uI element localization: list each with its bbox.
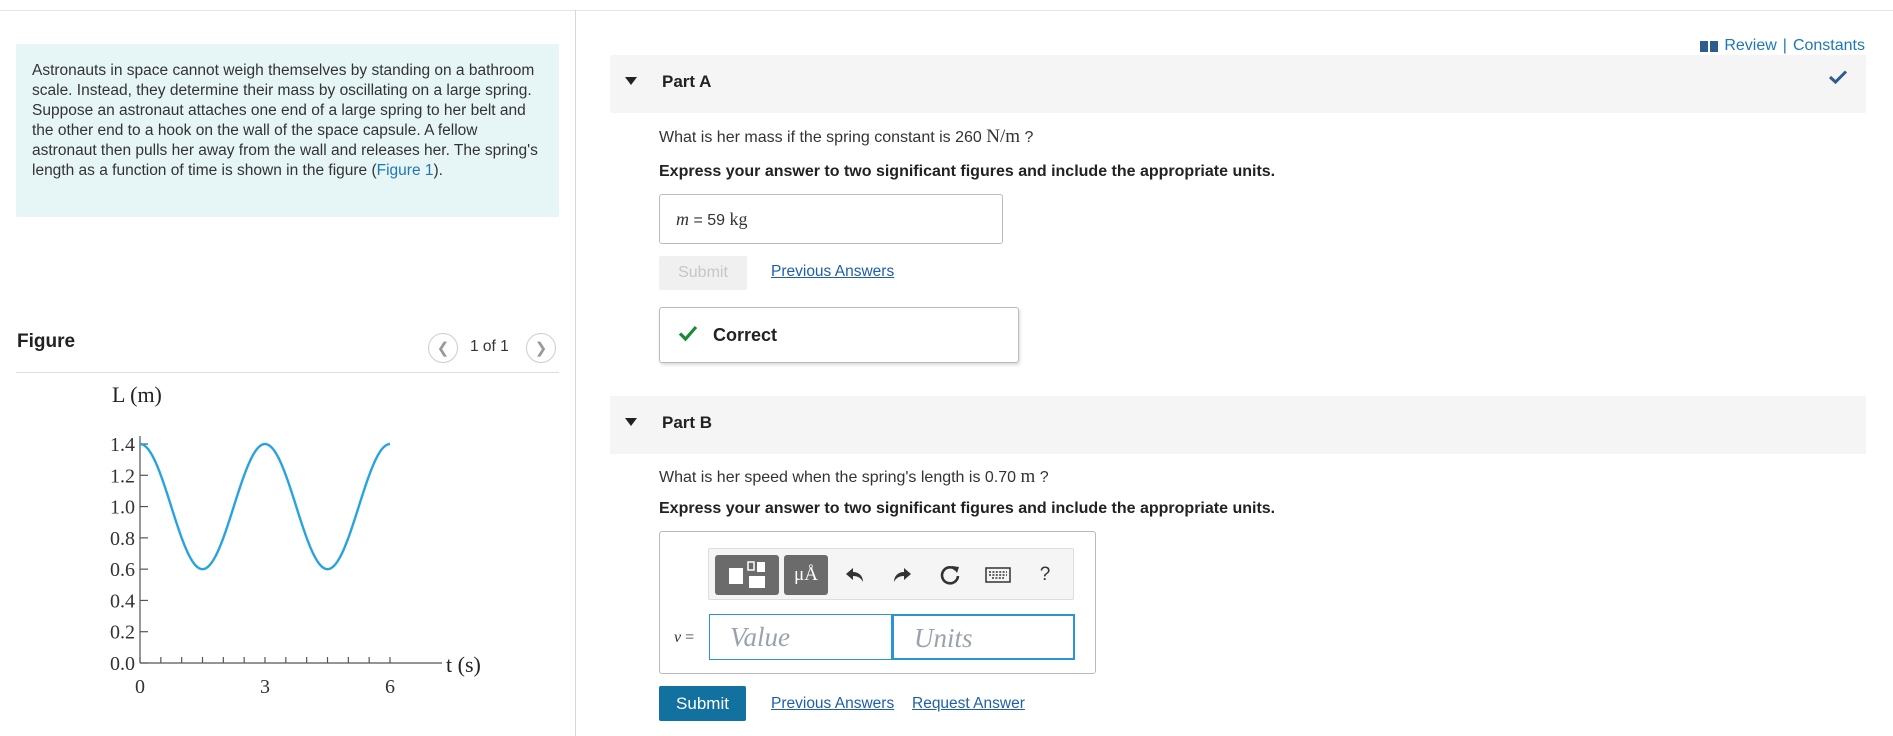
part-b-instruction: Express your answer to two significant f… bbox=[659, 500, 1276, 517]
templates-glyph bbox=[729, 561, 765, 588]
request-answer-link[interactable]: Request Answer bbox=[912, 695, 1025, 713]
figure-link[interactable]: Figure 1 bbox=[377, 162, 434, 179]
problem-text-end: ). bbox=[433, 162, 443, 179]
book-icon bbox=[1700, 40, 1719, 52]
value-input[interactable]: Value bbox=[709, 614, 892, 660]
part-b-answer-editor: μÅ ? v = Value Units bbox=[659, 531, 1096, 674]
figure-divider bbox=[16, 372, 559, 373]
problem-text: Astronauts in space cannot weigh themsel… bbox=[32, 62, 538, 179]
answer-value: 59 bbox=[707, 212, 726, 229]
x-tick-label: 0 bbox=[135, 676, 145, 698]
part-a-label: Part A bbox=[662, 72, 712, 91]
part-b-question-end: ? bbox=[1035, 469, 1049, 486]
check-icon bbox=[678, 325, 698, 342]
chevron-left-icon[interactable]: ❮ bbox=[428, 333, 458, 363]
x-tick-label: 3 bbox=[260, 676, 270, 698]
part-a-question: What is her mass if the spring constant … bbox=[659, 126, 1033, 148]
x-tick-label: 6 bbox=[385, 676, 395, 698]
symbols-label: μÅ bbox=[794, 564, 818, 585]
y-tick-label: 1.0 bbox=[110, 497, 135, 519]
constants-link[interactable]: Constants bbox=[1793, 37, 1865, 55]
caret-down-icon[interactable] bbox=[625, 77, 637, 85]
y-tick-label: 0.6 bbox=[110, 559, 135, 581]
undo-icon[interactable] bbox=[837, 555, 873, 595]
part-b-header[interactable]: Part B bbox=[610, 396, 1866, 454]
answer-unit: kg bbox=[729, 209, 748, 229]
chevron-right-icon[interactable]: ❯ bbox=[526, 333, 556, 363]
y-tick-label: 0.8 bbox=[110, 528, 135, 550]
part-a-instruction: Express your answer to two significant f… bbox=[659, 163, 1276, 180]
part-a-header[interactable]: Part A bbox=[610, 55, 1866, 113]
input-variable-label: v = bbox=[674, 629, 694, 647]
part-b-question-text: What is her speed when the spring's leng… bbox=[659, 469, 1021, 486]
part-b-previous-answers-link[interactable]: Previous Answers bbox=[771, 695, 894, 713]
correct-label: Correct bbox=[713, 325, 778, 345]
part-b-label: Part B bbox=[662, 413, 713, 432]
part-b-submit-button[interactable]: Submit bbox=[659, 686, 746, 721]
figure-title: Figure bbox=[17, 331, 76, 352]
math-toolbar: μÅ ? bbox=[708, 548, 1074, 600]
part-a-question-unit: N/m bbox=[986, 126, 1021, 147]
reset-icon[interactable] bbox=[932, 555, 968, 595]
y-tick-label: 1.2 bbox=[110, 465, 135, 487]
part-a-submit-button: Submit bbox=[659, 256, 747, 290]
panel-splitter[interactable] bbox=[575, 10, 576, 736]
review-constants-links: Review | Constants bbox=[1700, 37, 1865, 55]
figure-pager-count: 1 of 1 bbox=[470, 338, 509, 355]
spring-length-chart: L (m) t (s) 0.0 0.2 0.4 0.6 0.8 1.0 1.2 1.4 0 3 6 bbox=[110, 382, 481, 698]
answer-equals: = bbox=[689, 212, 708, 229]
units-input[interactable]: Units bbox=[892, 614, 1075, 660]
part-a-question-end: ? bbox=[1020, 129, 1034, 146]
answer-variable: m bbox=[676, 209, 689, 229]
x-axis-label: t (s) bbox=[446, 652, 481, 677]
link-separator: | bbox=[1782, 37, 1787, 54]
keyboard-icon[interactable] bbox=[980, 555, 1016, 595]
checkmark-icon bbox=[1828, 70, 1848, 85]
part-a-feedback: Correct bbox=[659, 307, 1019, 363]
templates-icon[interactable] bbox=[715, 555, 779, 595]
help-icon[interactable]: ? bbox=[1031, 555, 1059, 595]
input-equals: = bbox=[681, 629, 695, 646]
part-a-previous-answers-link[interactable]: Previous Answers bbox=[771, 263, 894, 281]
y-axis-label: L (m) bbox=[112, 382, 162, 407]
y-ticks: 0.0 0.2 0.4 0.6 0.8 1.0 1.2 1.4 bbox=[110, 434, 148, 675]
part-a-question-text: What is her mass if the spring constant … bbox=[659, 129, 987, 146]
caret-down-icon[interactable] bbox=[625, 418, 637, 426]
part-a-answer-field: m = 59 kg bbox=[659, 194, 1003, 244]
y-tick-label: 0.4 bbox=[110, 590, 135, 612]
y-tick-label: 0.0 bbox=[110, 653, 135, 675]
symbols-button[interactable]: μÅ bbox=[784, 555, 828, 595]
problem-statement: Astronauts in space cannot weigh themsel… bbox=[16, 44, 559, 217]
top-divider bbox=[0, 10, 1893, 11]
review-link[interactable]: Review bbox=[1724, 37, 1776, 55]
y-tick-label: 1.4 bbox=[110, 434, 135, 456]
part-b-question-unit: m bbox=[1020, 466, 1036, 487]
y-tick-label: 0.2 bbox=[110, 622, 135, 644]
spring-length-curve bbox=[139, 442, 391, 571]
part-b-question: What is her speed when the spring's leng… bbox=[659, 466, 1049, 488]
redo-icon[interactable] bbox=[884, 555, 920, 595]
